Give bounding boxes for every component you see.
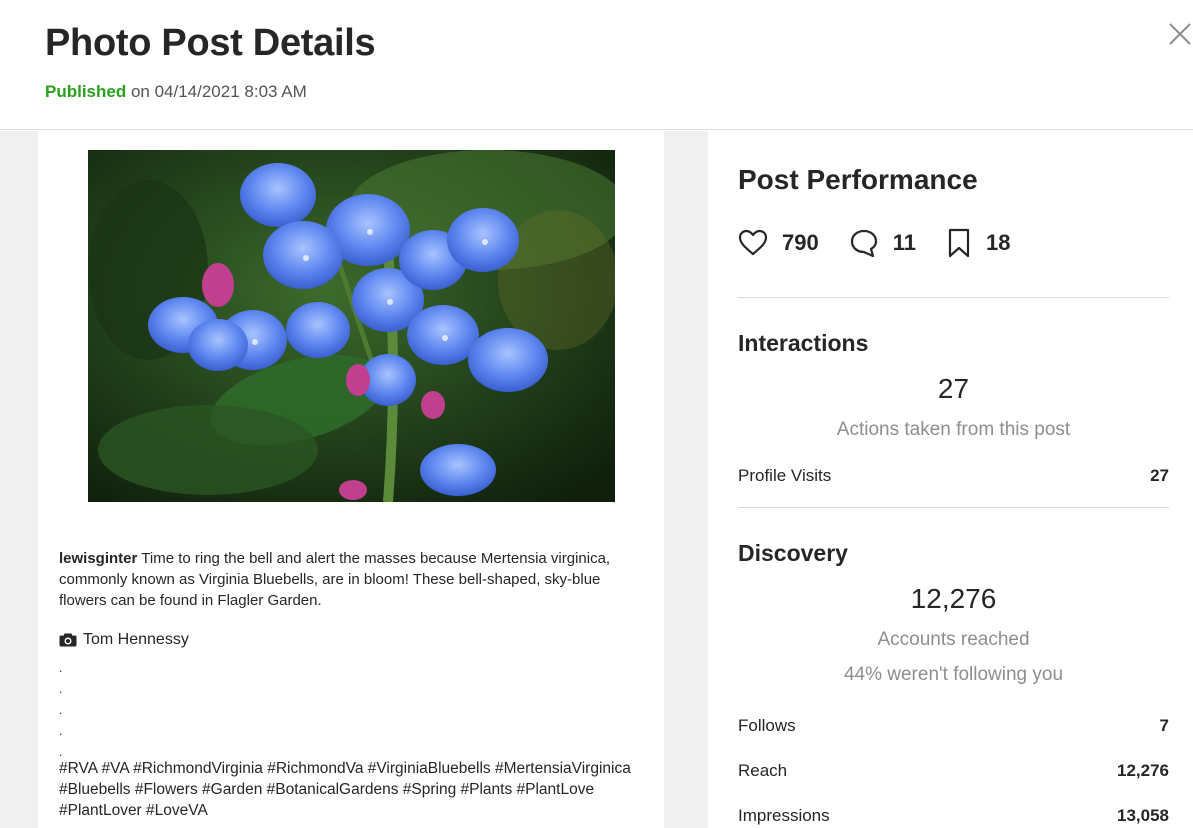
publish-info: Published on 04/14/2021 8:03 AM	[45, 82, 307, 102]
metric-value: 12,276	[1117, 761, 1169, 780]
performance-panel: Post Performance 790 11 18 Interactions …	[708, 131, 1193, 828]
comments-stat: 11	[849, 228, 916, 258]
credit-name: Tom Hennessy	[83, 631, 189, 648]
saves-count: 18	[985, 230, 1011, 255]
post-hashtags: #RVA #VA #RichmondVirginia #RichmondVa #…	[59, 760, 631, 819]
dot-line: .	[59, 682, 63, 696]
metric-row-reach: Reach 12,276	[738, 761, 1169, 781]
likes-count: 790	[782, 230, 819, 255]
bookmark-icon	[948, 228, 970, 258]
status-badge: Published	[45, 82, 127, 101]
page-title: Photo Post Details	[45, 22, 376, 64]
discovery-desc: Accounts reached	[877, 629, 1030, 650]
middle-gutter	[664, 131, 708, 828]
engagement-stats: 790 11 18	[738, 227, 1040, 259]
discovery-total: 12,276	[910, 583, 997, 614]
interactions-title: Interactions	[738, 330, 869, 356]
metric-value: 27	[1150, 466, 1169, 485]
dot-line: .	[59, 703, 63, 717]
metric-row-profile-visits: Profile Visits 27	[738, 466, 1169, 486]
performance-title: Post Performance	[738, 164, 978, 195]
camera-icon	[59, 633, 77, 647]
discovery-title: Discovery	[738, 540, 848, 566]
metric-row-follows: Follows 7	[738, 716, 1169, 736]
post-preview[interactable]: lewisginter Time to ring the bell and al…	[38, 131, 664, 828]
left-gutter	[0, 131, 38, 828]
heart-icon	[738, 229, 768, 256]
metric-label: Follows	[738, 716, 796, 735]
header: Photo Post Details Published on 04/14/20…	[0, 0, 1193, 130]
caption-username[interactable]: lewisginter	[59, 550, 137, 567]
comments-count: 11	[892, 230, 916, 255]
dot-line: .	[59, 724, 63, 738]
metric-label: Impressions	[738, 806, 830, 825]
publish-date: on 04/14/2021 8:03 AM	[126, 82, 307, 101]
metric-value: 7	[1159, 716, 1169, 735]
bluebell-photo	[88, 150, 615, 502]
interactions-total: 27	[937, 373, 970, 404]
divider	[738, 297, 1169, 298]
metric-label: Reach	[738, 761, 788, 780]
likes-stat: 790	[738, 229, 819, 257]
caption-text: Time to ring the bell and alert the mass…	[59, 550, 611, 609]
post-caption: lewisginter Time to ring the bell and al…	[59, 548, 639, 611]
saves-stat: 18	[946, 227, 1010, 259]
divider	[738, 507, 1169, 508]
metric-row-impressions: Impressions 13,058	[738, 806, 1169, 826]
dot-line: .	[59, 661, 63, 675]
comment-icon	[850, 229, 877, 258]
post-photo[interactable]	[88, 150, 615, 502]
metric-value: 13,058	[1117, 806, 1169, 825]
interactions-desc: Actions taken from this post	[836, 419, 1071, 440]
discovery-note: 44% weren't following you	[843, 664, 1064, 685]
caption-dots: . . . . .	[59, 658, 62, 763]
photo-credit: Tom Hennessy	[59, 631, 189, 649]
metric-label: Profile Visits	[738, 466, 832, 485]
close-icon[interactable]	[1166, 20, 1193, 48]
